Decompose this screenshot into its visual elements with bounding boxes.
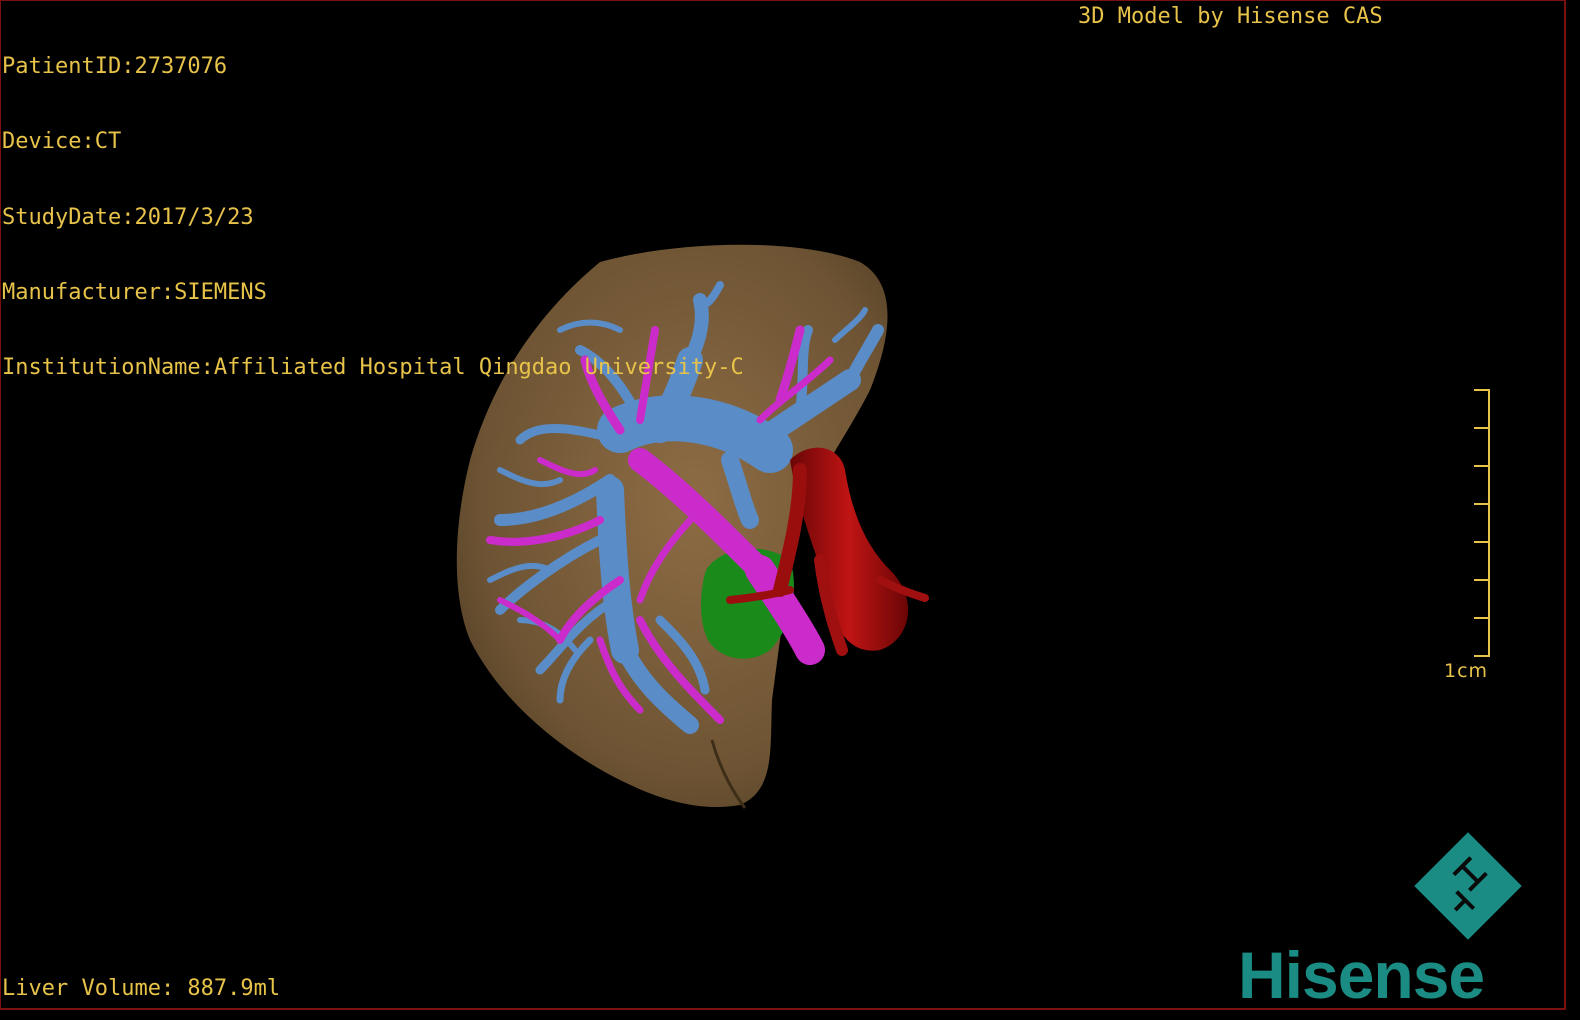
model-title: 3D Model by Hisense CAS [1078,4,1383,29]
liver-volume: Liver Volume: 887.9ml [2,976,281,1001]
scale-bar-label: 1cm [1444,660,1489,682]
patient-id: PatientID:2737076 [2,54,228,79]
dicom-info-overlay: PatientID:2737076 Device:CT StudyDate:20… [2,4,744,405]
device: Device:CT [2,129,122,155]
hisense-logo: Hisense [1238,832,1522,1008]
hisense-wordmark: Hisense [1238,938,1484,1008]
scale-bar [1474,389,1490,657]
study-date: StudyDate:2017/3/23 [2,204,254,230]
institution-name: InstitutionName:Affiliated Hospital Qing… [2,355,744,381]
manufacturer: Manufacturer:SIEMENS [2,279,267,305]
hisense-mark-icon [1414,832,1522,940]
